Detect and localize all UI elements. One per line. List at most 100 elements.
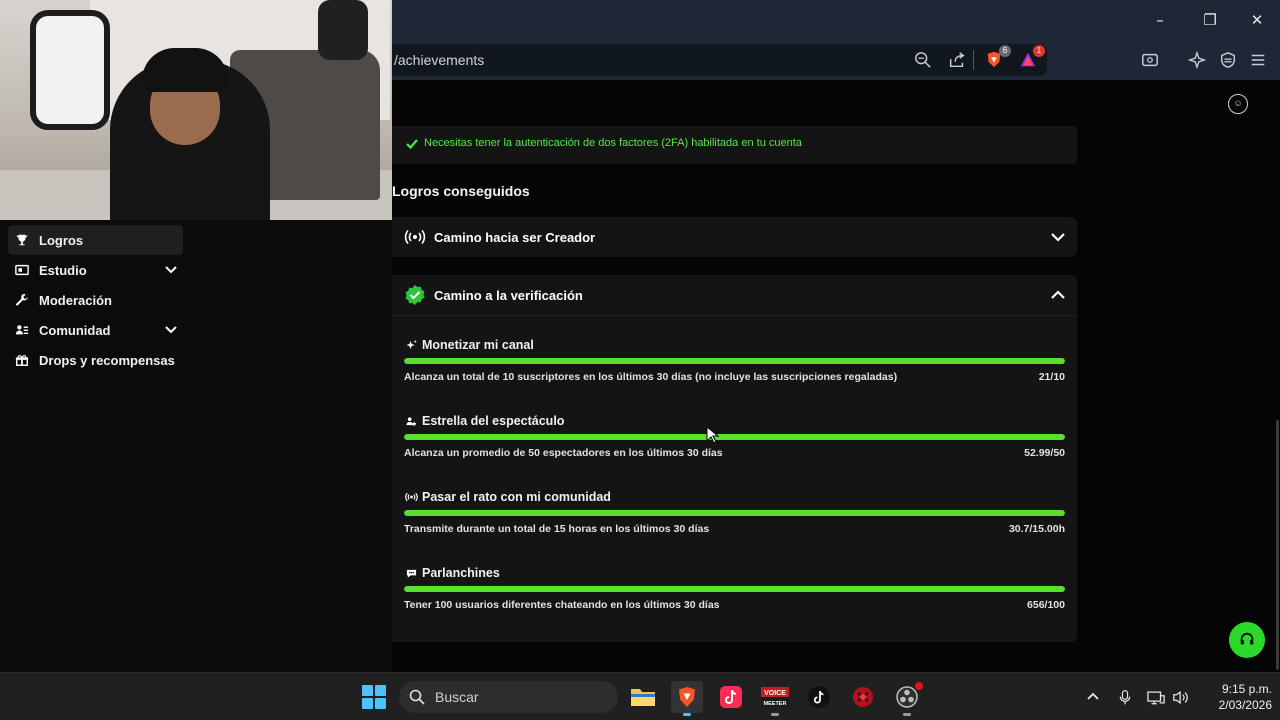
close-icon[interactable]: ✕ bbox=[1245, 8, 1269, 32]
brave-browser-icon[interactable] bbox=[671, 681, 703, 716]
chevron-down-icon[interactable] bbox=[164, 263, 178, 277]
sidebar-item-estudio[interactable]: Estudio bbox=[8, 255, 183, 285]
screen: – ❐ ✕ /achievements 6 1 Logros Estudio M… bbox=[0, 0, 1280, 720]
progress-bar bbox=[404, 434, 1065, 440]
network-icon[interactable] bbox=[1145, 685, 1167, 709]
taskbar-search-placeholder: Buscar bbox=[435, 689, 479, 705]
voicemeeter-icon[interactable]: VOICE MEETER bbox=[759, 681, 791, 716]
obs-studio-icon[interactable] bbox=[891, 681, 923, 716]
search-icon bbox=[409, 689, 425, 705]
accordion-title: Camino a la verificación bbox=[434, 287, 583, 303]
achievement-description: Tener 100 usuarios diferentes chateando … bbox=[404, 599, 720, 611]
clock-date: 2/03/2026 bbox=[1218, 698, 1272, 712]
achievement-description: Alcanza un promedio de 50 espectadores e… bbox=[404, 447, 723, 459]
sidebar: Logros Estudio Moderación Comunidad Drop… bbox=[0, 220, 392, 672]
url-text: /achievements bbox=[394, 52, 485, 68]
windows-taskbar: Buscar VOICE MEETER 9:15 p.m. 2/03/2026 bbox=[0, 672, 1280, 720]
accordion-title: Camino hacia ser Creador bbox=[434, 229, 596, 245]
tiktok-icon[interactable] bbox=[803, 681, 835, 713]
progress-fill bbox=[404, 434, 1065, 440]
webcam-gaming-chair bbox=[30, 10, 110, 130]
webcam-overlay bbox=[0, 0, 392, 220]
achievements-page: Necesitas tener la autenticación de dos … bbox=[392, 80, 1280, 672]
brave-rewards-badge: 1 bbox=[1033, 45, 1045, 57]
chevron-up-icon[interactable] bbox=[1049, 286, 1067, 304]
verified-badge-icon bbox=[404, 285, 426, 305]
broadcast-icon bbox=[404, 227, 426, 247]
accordion-camino-verificacion: Camino a la verificación Monetizar mi ca… bbox=[392, 275, 1077, 642]
gift-icon bbox=[13, 352, 31, 368]
sidebar-item-moderacion[interactable]: Moderación bbox=[8, 285, 183, 315]
taskbar-search[interactable]: Buscar bbox=[399, 681, 618, 713]
file-explorer-icon[interactable] bbox=[627, 681, 659, 713]
zoom-icon[interactable] bbox=[912, 49, 934, 71]
sidebar-item-drops[interactable]: Drops y recompensas bbox=[8, 345, 183, 375]
minimize-icon[interactable]: – bbox=[1148, 8, 1172, 32]
achievement-monetizar: Monetizar mi canal Alcanza un total de 1… bbox=[404, 337, 1065, 387]
chevron-down-icon[interactable] bbox=[1049, 228, 1067, 246]
menu-icon[interactable] bbox=[1247, 49, 1269, 71]
trophy-icon bbox=[13, 232, 31, 248]
achievement-description: Transmite durante un total de 15 horas e… bbox=[404, 523, 710, 535]
achievement-title: Estrella del espectáculo bbox=[404, 413, 564, 429]
windows-start-icon[interactable] bbox=[362, 685, 386, 709]
achievement-value: 21/10 bbox=[1038, 371, 1065, 383]
achievement-parlanchines: Parlanchines Tener 100 usuarios diferent… bbox=[404, 565, 1065, 615]
progress-bar bbox=[404, 586, 1065, 592]
achievement-pasar-rato: Pasar el rato con mi comunidad Transmite… bbox=[404, 489, 1065, 539]
achievement-estrella: Estrella del espectáculo Alcanza un prom… bbox=[404, 413, 1065, 463]
leo-ai-icon[interactable] bbox=[1186, 49, 1208, 71]
achievement-title: Monetizar mi canal bbox=[404, 337, 534, 353]
sparkle-icon bbox=[404, 339, 418, 351]
studio-icon bbox=[13, 262, 31, 278]
webcam-backpack bbox=[318, 0, 368, 60]
brave-rewards-icon[interactable]: 1 bbox=[1017, 45, 1045, 71]
game-app-icon[interactable] bbox=[847, 681, 879, 713]
toolbar-divider bbox=[973, 50, 974, 70]
sidebar-item-comunidad[interactable]: Comunidad bbox=[8, 315, 183, 345]
sidebar-item-logros[interactable]: Logros bbox=[8, 225, 183, 255]
brave-shields-icon[interactable]: 6 bbox=[983, 45, 1011, 71]
section-title: Logros conseguidos bbox=[392, 183, 530, 199]
voicemeeter-label-top: VOICE bbox=[764, 690, 786, 697]
accordion-header[interactable]: Camino a la verificación bbox=[404, 285, 583, 305]
voicemeeter-label-bottom: MEETER bbox=[764, 701, 787, 707]
achievement-value: 52.99/50 bbox=[1024, 447, 1065, 459]
achievement-title-text: Estrella del espectáculo bbox=[422, 414, 565, 428]
accordion-camino-creador[interactable]: Camino hacia ser Creador bbox=[392, 217, 1077, 257]
viewers-icon bbox=[404, 415, 418, 427]
achievement-title: Parlanchines bbox=[404, 565, 500, 581]
headset-icon bbox=[1240, 632, 1254, 645]
vpn-shield-icon[interactable] bbox=[1217, 49, 1239, 71]
microphone-icon[interactable] bbox=[1114, 685, 1136, 709]
achievement-value: 656/100 bbox=[1027, 599, 1065, 611]
2fa-requirement-text: Necesitas tener la autenticación de dos … bbox=[424, 137, 802, 149]
mouse-cursor-icon bbox=[706, 426, 720, 444]
webcam-hair bbox=[142, 48, 228, 92]
sidebar-item-label: Drops y recompensas bbox=[39, 352, 175, 368]
volume-icon[interactable] bbox=[1170, 685, 1192, 709]
active-indicator bbox=[683, 713, 691, 716]
share-icon[interactable] bbox=[946, 49, 968, 71]
clock-time: 9:15 p.m. bbox=[1221, 682, 1272, 696]
tiktok-live-studio-icon[interactable] bbox=[715, 681, 747, 713]
restore-icon[interactable]: ❐ bbox=[1198, 8, 1222, 32]
support-chat-button[interactable] bbox=[1229, 622, 1265, 658]
browser-title-bar: – ❐ ✕ bbox=[392, 0, 1280, 40]
reader-mode-icon[interactable] bbox=[1139, 49, 1161, 71]
running-indicator bbox=[903, 713, 911, 716]
progress-fill bbox=[404, 586, 1065, 592]
accordion-header[interactable]: Camino hacia ser Creador bbox=[404, 227, 595, 247]
system-clock[interactable]: 9:15 p.m. 2/03/2026 bbox=[1196, 681, 1272, 713]
broadcast-icon bbox=[404, 491, 418, 503]
running-indicator bbox=[771, 713, 779, 716]
achievement-description: Alcanza un total de 10 suscriptores en l… bbox=[404, 371, 898, 383]
sidebar-item-label: Estudio bbox=[39, 262, 87, 278]
chevron-up-icon[interactable] bbox=[1082, 685, 1104, 709]
brave-shields-badge: 6 bbox=[999, 45, 1011, 57]
streamer-avatar-icon[interactable]: ☺ bbox=[1228, 94, 1248, 114]
chevron-down-icon[interactable] bbox=[164, 323, 178, 337]
check-icon bbox=[406, 139, 418, 150]
wrench-icon bbox=[13, 292, 31, 308]
scrollbar[interactable] bbox=[1276, 420, 1279, 670]
